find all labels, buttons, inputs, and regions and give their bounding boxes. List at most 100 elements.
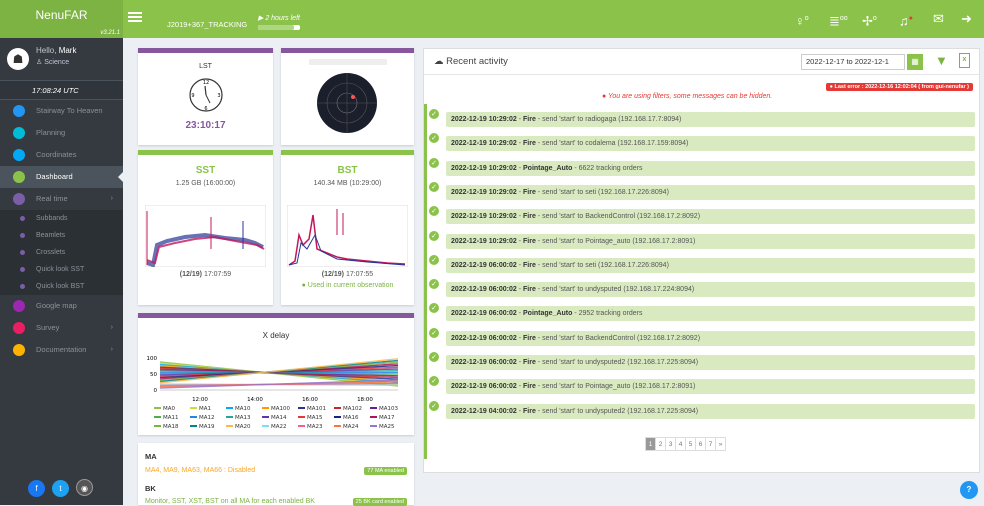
activity-event[interactable]: 2022-12-19 06:00:02 - Fire - send 'start… <box>446 330 975 346</box>
github-icon[interactable]: ◉ <box>76 479 93 496</box>
logout-icon[interactable]: ➜ <box>961 12 972 26</box>
sidebar-item-coordinates[interactable]: Coordinates <box>0 144 123 166</box>
app-logo[interactable]: NenuFAR v3.21.1 <box>0 0 123 38</box>
excel-export-icon[interactable]: x <box>959 53 970 68</box>
event-message: - send 'start' to undysputed2 (192.168.1… <box>535 359 699 366</box>
last-error-text: Last error : 2022-12-16 12:02:04 ( from … <box>834 84 970 90</box>
legend-label: MA16 <box>343 415 359 421</box>
sidebar-item-icon <box>13 105 25 117</box>
chevron-right-icon: › <box>110 195 113 202</box>
activity-event[interactable]: 2022-12-19 10:29:02 - Fire - send 'start… <box>446 233 975 249</box>
legend-label: MA13 <box>235 415 251 421</box>
sidebar-item-label: Coordinates <box>36 150 77 159</box>
sidebar-item-dashboard[interactable]: Dashboard <box>0 166 123 188</box>
legend-label: MA17 <box>379 415 395 421</box>
avatar[interactable]: ☗ <box>7 48 29 70</box>
time-progress-bar <box>258 25 300 30</box>
sidebar-item-survey[interactable]: Survey › <box>0 317 123 339</box>
sidebar-subitem-label: Quick look SST <box>36 266 85 273</box>
event-tag: Fire <box>523 407 536 415</box>
sidebar-item-planning[interactable]: Planning <box>0 122 123 144</box>
sst-date: (12/19) <box>179 271 202 278</box>
sidebar-item-icon <box>13 149 25 161</box>
sidebar-item-documentation[interactable]: Documentation › <box>0 339 123 361</box>
legend-label: MA24 <box>343 424 359 430</box>
activity-event[interactable]: 2022-12-19 04:00:02 - Fire - send 'start… <box>446 403 975 419</box>
mail-icon[interactable]: ✉ <box>933 12 944 26</box>
event-message: - 6622 tracking orders <box>572 164 643 172</box>
activity-event[interactable]: 2022-12-19 10:29:02 - Fire - send 'start… <box>446 209 975 225</box>
chat-icon: ☁ <box>434 56 444 67</box>
twitter-icon[interactable]: t <box>52 480 69 497</box>
sidebar-item-real-time[interactable]: Real time › <box>0 188 123 210</box>
clock-icon: 12 3 6 9 <box>189 78 223 112</box>
bell-icon[interactable]: ♫● <box>899 12 913 28</box>
page-button[interactable]: » <box>715 437 726 451</box>
sidebar-subitem-quick-look-bst[interactable]: Quick look BST <box>0 278 123 295</box>
filter-icon[interactable]: ▼ <box>935 53 948 68</box>
activity-event[interactable]: 2022-12-19 10:29:02 - Fire - send 'start… <box>446 112 975 127</box>
user-name: Mark <box>58 46 77 55</box>
filter-warning: ● You are using filters, some messages c… <box>602 93 773 100</box>
ma-disabled-list: MA4, MA9, MA63, MA66 : Disabled <box>145 467 256 474</box>
sidebar-subitem-quick-look-sst[interactable]: Quick look SST <box>0 261 123 278</box>
bst-note: ● Used in current observation <box>301 282 394 289</box>
legend-label: MA20 <box>235 424 251 430</box>
event-tag: Fire <box>523 237 536 245</box>
activity-event[interactable]: 2022-12-19 10:29:02 - Fire - send 'start… <box>446 136 975 152</box>
check-icon: ✓ <box>428 399 440 412</box>
activity-event[interactable]: 2022-12-19 06:00:02 - Fire - send 'start… <box>446 355 975 370</box>
activity-event[interactable]: 2022-12-19 06:00:02 - Fire - send 'start… <box>446 257 975 273</box>
date-range-input[interactable]: 2022-12-17 to 2022-12-1 <box>801 54 905 70</box>
menu-toggle-icon[interactable] <box>128 10 142 24</box>
activity-event[interactable]: 2022-12-19 10:29:02 - Pointage_Auto - 66… <box>446 160 975 176</box>
sidebar-item-google-map[interactable]: Google map <box>0 295 123 317</box>
activity-event[interactable]: 2022-12-19 06:00:02 - Pointage_Auto - 29… <box>446 306 975 322</box>
bst-clock: 17:07:55 <box>345 271 374 278</box>
bst-spectrum-plot[interactable] <box>287 205 408 267</box>
lightbulb-icon[interactable]: ♀o <box>795 12 809 28</box>
antenna-icon[interactable]: ✢o <box>862 12 877 28</box>
event-time: 2022-12-19 06:00:02 <box>451 310 517 318</box>
xdelay-card: X delay 100 50 0 12:00 14:00 16:00 18:00 MA0 MA1… <box>138 313 414 435</box>
event-tag: Fire <box>523 359 536 366</box>
calendar-icon[interactable]: ▦ <box>907 54 923 70</box>
lst-card: LST 12 3 6 9 23:10:17 <box>138 48 273 145</box>
sst-spectrum-plot[interactable] <box>145 205 266 267</box>
last-error-badge[interactable]: ● Last error : 2022-12-16 12:02:04 ( fro… <box>825 83 973 91</box>
event-message: - send 'start' to BackendControl (192.16… <box>535 334 701 342</box>
activity-event[interactable]: 2022-12-19 10:29:02 - Fire - send 'start… <box>446 184 975 200</box>
check-icon: ✓ <box>428 278 440 291</box>
sidebar-subitem-beamlets[interactable]: Beamlets <box>0 227 123 244</box>
event-tag: Fire <box>523 383 536 391</box>
activity-event[interactable]: 2022-12-19 06:00:02 - Fire - send 'start… <box>446 282 975 298</box>
facebook-icon[interactable]: f <box>28 480 45 497</box>
legend-label: MA100 <box>271 406 291 412</box>
check-icon: ✓ <box>428 253 440 266</box>
bst-note-text: Used in current observation <box>307 282 394 289</box>
event-time: 2022-12-19 06:00:02 <box>451 334 517 342</box>
bst-date: (12/19) <box>321 271 344 278</box>
bullet-icon <box>20 284 25 289</box>
database-icon[interactable]: ≣oo <box>829 12 848 28</box>
sst-clock: 17:07:59 <box>203 271 232 278</box>
bullet-icon <box>20 267 25 272</box>
event-time: 2022-12-19 06:00:02 <box>451 286 517 294</box>
xdelay-plot[interactable]: 100 50 0 12:00 14:00 16:00 18:00 MA0 MA1 MA10 MA10… <box>138 348 414 443</box>
activity-event[interactable]: 2022-12-19 06:00:02 - Fire - send 'start… <box>446 379 975 395</box>
legend-label: MA14 <box>271 415 287 421</box>
sky-plot[interactable] <box>281 53 414 145</box>
top-bar: NenuFAR v3.21.1 J2019+367_TRACKING ▶ 2 h… <box>0 0 984 38</box>
sidebar-item-stairway-to-heaven[interactable]: Stairway To Heaven <box>0 100 123 122</box>
sidebar-subitem-crosslets[interactable]: Crosslets <box>0 244 123 261</box>
ma-card: MA MA4, MA9, MA63, MA66 : Disabled 77 MA… <box>138 443 414 506</box>
legend-label: MA11 <box>163 415 179 421</box>
help-button[interactable]: ? <box>960 481 978 499</box>
event-message: - send 'start' to seti (192.168.17.226:8… <box>535 188 669 196</box>
check-icon: ✓ <box>428 132 440 145</box>
activity-header: ☁ Recent activity 2022-12-17 to 2022-12-… <box>424 49 979 75</box>
bst-size: 140.34 MB (10:29:00) <box>313 180 382 187</box>
hello-label: Hello, <box>36 46 57 55</box>
sidebar-item-icon <box>13 171 25 183</box>
sidebar-subitem-subbands[interactable]: Subbands <box>0 210 123 227</box>
